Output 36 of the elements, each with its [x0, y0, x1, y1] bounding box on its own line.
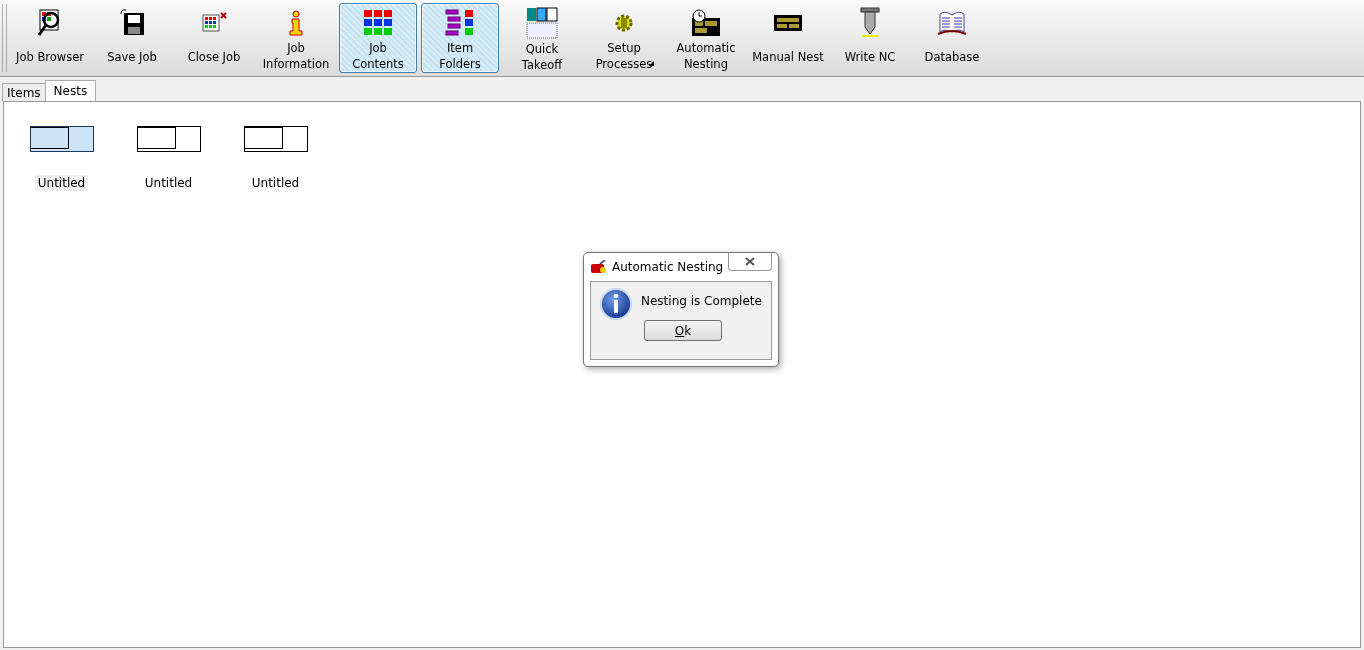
toolbar-button[interactable]: Close Job [175, 3, 253, 73]
tab[interactable]: Items [2, 83, 46, 101]
toolbar-button[interactable]: Automatic Nesting [667, 3, 745, 73]
nest-label: Untitled [250, 175, 301, 191]
nest-label: Untitled [143, 175, 194, 191]
dialog-title: Automatic Nesting [612, 260, 724, 274]
toolbar-button[interactable]: Job Information [257, 3, 335, 73]
toolbar-button[interactable]: Manual Nest [749, 3, 827, 73]
folder-tree-icon [445, 8, 475, 37]
toolbar-button[interactable]: Write NC [831, 3, 909, 73]
clock-panel-icon [691, 8, 721, 37]
info-icon [599, 287, 633, 321]
document-sheets-icon [526, 7, 558, 39]
dropdown-arrow-icon [649, 61, 654, 66]
app-icon [590, 260, 608, 274]
cutting-tool-icon [858, 7, 882, 40]
close-icon [745, 257, 755, 266]
nest-thumbnail[interactable] [29, 126, 94, 152]
close-button[interactable] [728, 253, 772, 271]
toolbar-button[interactable]: Database [913, 3, 991, 73]
panel-icon [773, 13, 803, 34]
info-letter-icon [287, 9, 305, 36]
toolbar-button[interactable]: Save Job [93, 3, 171, 73]
toolbar-button[interactable]: Item Folders [421, 3, 499, 73]
ok-button[interactable]: Ok [644, 320, 722, 341]
open-book-icon [937, 10, 967, 37]
toolbar-button[interactable]: Quick Takeoff [503, 3, 581, 73]
toolbar-button[interactable]: Job Contents [339, 3, 417, 73]
dialog-message: Nesting is Complete [641, 294, 763, 308]
nest-thumbnail[interactable] [136, 126, 201, 152]
nest-thumbnail[interactable] [243, 126, 308, 152]
nest-label: Untitled [34, 175, 89, 191]
toolbar-button[interactable]: Setup Processes [585, 3, 663, 73]
toolbar-button[interactable]: Job Browser [11, 3, 89, 73]
color-grid-icon [363, 8, 393, 37]
tab[interactable]: Nests [44, 80, 97, 101]
